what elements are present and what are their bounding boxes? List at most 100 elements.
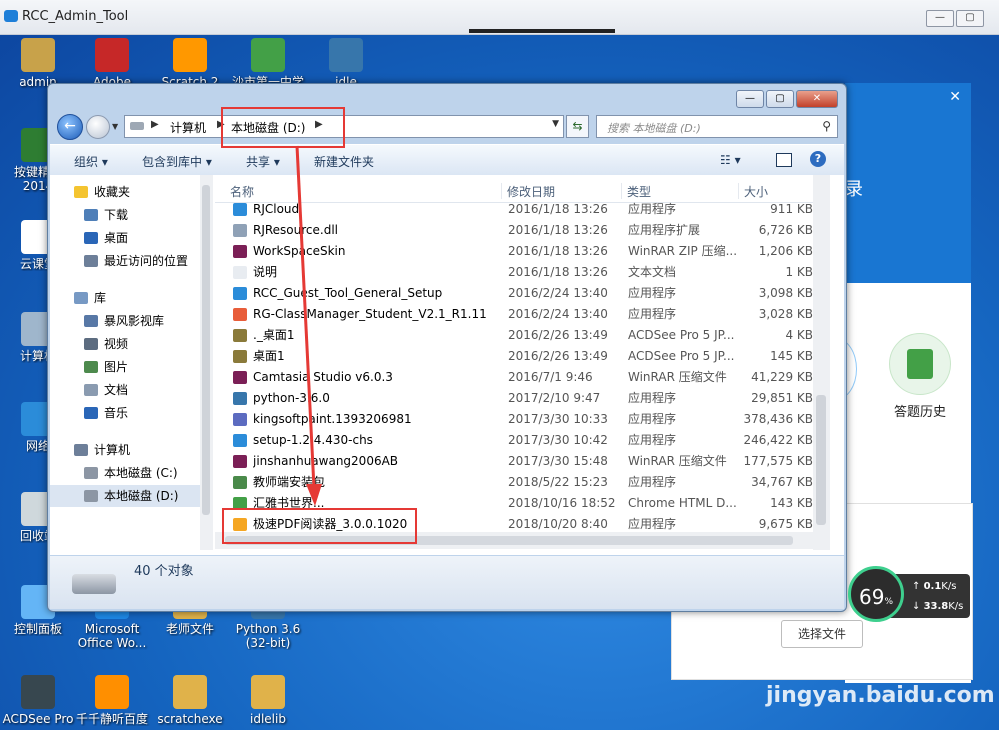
new-folder-button[interactable]: 新建文件夹 [314, 153, 374, 170]
drive-icon [130, 122, 144, 130]
file-type: ACDSee Pro 5 JP... [628, 349, 735, 363]
explorer-window: — ▢ ✕ ← ▼ ▶ 计算机 ▶ 本地磁盘 (D:) ▶ ▼ ⇆ 搜索 本地磁盘 … [47, 83, 847, 612]
desktop-icon-item[interactable]: idle [306, 38, 386, 89]
cloud-app-icon [233, 287, 247, 300]
explorer-maximize-button[interactable]: ▢ [766, 90, 794, 108]
chevron-right-icon[interactable]: ▶ [151, 119, 159, 130]
sidebar-item[interactable]: 视频 [50, 333, 200, 355]
sidebar-item[interactable]: 收藏夹 [50, 181, 200, 203]
breadcrumb-computer[interactable]: 计算机 [170, 119, 206, 136]
navigation-scrollbar[interactable] [200, 175, 213, 550]
rcc-logo-icon [4, 10, 18, 22]
column-type[interactable]: 类型 [621, 183, 651, 199]
forward-arrow-icon[interactable] [86, 115, 110, 139]
file-size: 29,851 KB [751, 391, 813, 405]
explorer-minimize-button[interactable]: — [736, 90, 764, 108]
desktop-icon-item[interactable]: Adobe [72, 38, 152, 89]
view-options-icon[interactable]: ☷ ▾ [720, 153, 741, 167]
file-size: 911 KB [770, 202, 813, 216]
sidebar-item-label: 视频 [104, 337, 129, 351]
object-count: 40 个对象 [134, 564, 194, 579]
sidebar-item[interactable]: 本地磁盘 (D:) [50, 485, 200, 507]
address-dropdown-icon[interactable]: ▼ [552, 119, 559, 129]
desktop-icon-item[interactable]: scratchexe [150, 675, 230, 726]
back-arrow-icon[interactable]: ← [57, 114, 83, 140]
file-row[interactable]: RJResource.dll 2016/1/18 13:26 应用程序扩展 6,726… [215, 220, 813, 241]
minimize-button[interactable]: — [926, 10, 954, 27]
sidebar-item[interactable]: 下载 [50, 204, 200, 226]
sidebar-item[interactable]: 桌面 [50, 227, 200, 249]
file-row[interactable]: jinshanhuawang2006AB 2017/3/30 15:48 WinRA… [215, 451, 813, 472]
desktop-icon-label: 控制面板 [13, 622, 62, 636]
python-file-icon [329, 38, 363, 72]
jpg-icon [233, 329, 247, 342]
search-input[interactable]: 搜索 本地磁盘 (D:) ⚲ [596, 115, 838, 138]
explorer-window-controls: — ▢ ✕ [734, 90, 838, 108]
file-row[interactable]: 说明 2016/1/18 13:26 文本文档 1 KB [215, 262, 813, 283]
column-size[interactable]: 大小 [738, 183, 768, 199]
sidebar-item[interactable]: 计算机 [50, 439, 200, 461]
panel-close-icon[interactable]: ✕ [949, 89, 961, 105]
computer-icon [74, 444, 88, 456]
sidebar-item[interactable]: 暴风影视库 [50, 310, 200, 332]
refresh-icon[interactable]: ⇆ [566, 115, 589, 138]
explorer-close-button[interactable]: ✕ [796, 90, 838, 108]
file-row[interactable]: Camtasia Studio v6.0.3 2016/7/1 9:46 WinRA… [215, 367, 813, 388]
file-row[interactable]: 教师端安装包 2018/5/22 15:23 应用程序 34,767 KB [215, 472, 813, 493]
desktop-icon-item[interactable]: Scratch 2 [150, 38, 230, 89]
file-name: 教师端安装包 [253, 475, 326, 489]
column-date[interactable]: 修改日期 [501, 183, 555, 199]
answer-history-button[interactable]: 答题历史 [885, 333, 955, 420]
file-row[interactable]: kingsoftpaint.1393206981 2017/3/30 10:33 应… [215, 409, 813, 430]
dll-icon [233, 224, 247, 237]
file-date: 2016/2/26 13:49 [508, 349, 608, 363]
file-name: RG-ClassManager_Student_V2.1_R1.11 [253, 307, 487, 321]
sidebar-item[interactable]: 库 [50, 287, 200, 309]
network-speed-widget[interactable]: 69% ↑ 0.1K/s ↓ 33.8K/s [848, 566, 970, 626]
sidebar-item[interactable]: 本地磁盘 (C:) [50, 462, 200, 484]
recent-icon [84, 255, 98, 267]
file-row[interactable]: 桌面1 2016/2/26 13:49 ACDSee Pro 5 JP... 145 … [215, 346, 813, 367]
organize-button[interactable]: 组织 ▾ [74, 153, 108, 170]
chrome-icon [251, 38, 285, 72]
share-button[interactable]: 共享 ▾ [246, 153, 280, 170]
file-row[interactable]: RJCloud 2016/1/18 13:26 应用程序 911 KB [215, 199, 813, 220]
help-icon[interactable]: ? [810, 151, 826, 167]
include-in-library-button[interactable]: 包含到库中 ▾ [142, 153, 212, 170]
column-name[interactable]: 名称 [225, 183, 254, 199]
sidebar-item[interactable]: 音乐 [50, 402, 200, 424]
file-row[interactable]: ._桌面1 2016/2/26 13:49 ACDSee Pro 5 JP... 4 … [215, 325, 813, 346]
file-row[interactable]: WorkSpaceSkin 2016/1/18 13:26 WinRAR ZIP 压… [215, 241, 813, 262]
file-row[interactable]: setup-1.2.4.430-chs 2017/3/30 10:42 应用程序 24… [215, 430, 813, 451]
sidebar-item-label: 本地磁盘 (C:) [104, 466, 178, 480]
file-type: WinRAR 压缩文件 [628, 370, 727, 384]
file-list-scrollbar[interactable] [813, 175, 830, 550]
file-row[interactable]: RCC_Guest_Tool_General_Setup 2016/2/24 13… [215, 283, 813, 304]
desktop-icon-item[interactable]: idlelib [228, 675, 308, 726]
desktop-icon-item[interactable]: 千千静听百度 [72, 675, 152, 726]
sidebar-item[interactable]: 图片 [50, 356, 200, 378]
file-type: ACDSee Pro 5 JP... [628, 328, 735, 342]
file-date: 2016/1/18 13:26 [508, 244, 608, 258]
adobe-icon [95, 38, 129, 72]
desktop-icon-item[interactable]: admin [0, 38, 78, 89]
sidebar-item[interactable]: 文档 [50, 379, 200, 401]
file-row[interactable]: python-3.6.0 2017/2/10 9:47 应用程序 29,851 KB [215, 388, 813, 409]
file-row[interactable]: RG-ClassManager_Student_V2.1_R1.11 2016/2… [215, 304, 813, 325]
history-dropdown-icon[interactable]: ▼ [112, 122, 118, 131]
desktop-icon-item[interactable]: 沙市第一中学 [228, 38, 308, 89]
video-icon [84, 338, 98, 350]
file-name: RJResource.dll [253, 223, 339, 237]
preview-pane-icon[interactable] [776, 153, 792, 167]
navigation-scroll-thumb[interactable] [202, 185, 210, 515]
file-date: 2016/2/24 13:40 [508, 286, 608, 300]
jpg-icon [233, 350, 247, 363]
desktop-icon-item[interactable]: ACDSee Pro [0, 675, 78, 726]
upload-arrow-icon: ↑ [912, 581, 924, 592]
maximize-button[interactable]: ▢ [956, 10, 984, 27]
search-icon[interactable]: ⚲ [822, 119, 831, 133]
file-size: 1 KB [785, 265, 813, 279]
file-highlight-box [222, 508, 417, 544]
file-list-scroll-thumb[interactable] [816, 395, 826, 525]
sidebar-item[interactable]: 最近访问的位置 [50, 250, 200, 272]
